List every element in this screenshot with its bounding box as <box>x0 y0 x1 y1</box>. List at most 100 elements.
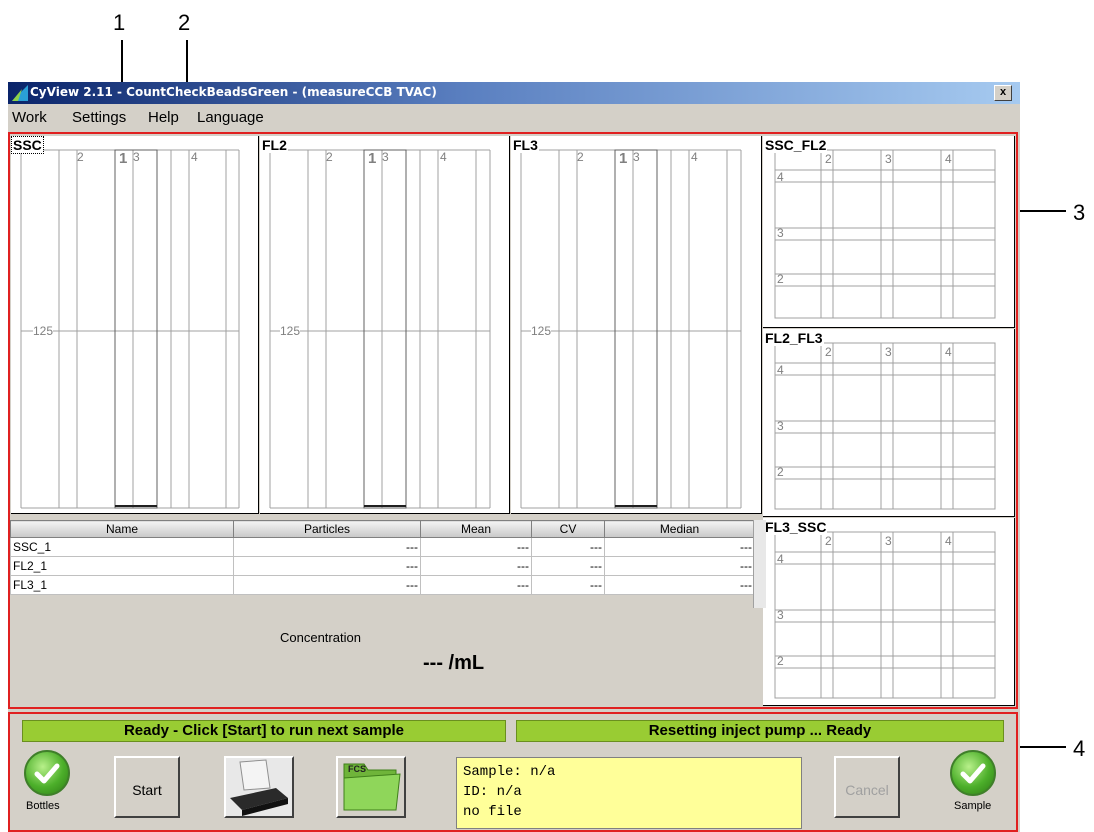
concentration-value: --- /mL <box>423 652 485 674</box>
sample-info-sample: Sample: n/a <box>463 764 556 780</box>
table-header-row: Name Particles Mean CV Median <box>10 520 755 538</box>
cell-mean: --- <box>420 537 532 557</box>
scatter-fl3-ssc-xtick-2: 2 <box>825 534 832 548</box>
histogram-fl2-label: FL2 <box>261 137 288 153</box>
histogram-fl3-tick-4: 4 <box>691 150 698 164</box>
callout-1: 1 <box>113 10 126 35</box>
histogram-fl2-ytick: 125 <box>280 324 301 338</box>
scatter-fl2-fl3-xtick-2: 2 <box>825 345 832 359</box>
scatter-ssc-fl2-ytick-4: 4 <box>777 170 784 184</box>
scatter-fl3-ssc-label: FL3_SSC <box>764 519 828 535</box>
column-header-particles[interactable]: Particles <box>233 520 421 538</box>
histogram-fl3-label: FL3 <box>512 137 539 153</box>
callout-3: 3 <box>1073 200 1086 225</box>
histogram-fl2-tick-3: 3 <box>382 150 389 164</box>
scatter-fl2-fl3-ytick-4: 4 <box>777 363 784 377</box>
cell-particles: --- <box>233 556 421 576</box>
histogram-fl3-marker: 1 <box>619 150 628 167</box>
scanner-button[interactable] <box>224 756 294 818</box>
fcs-badge: FCS <box>348 764 366 774</box>
title-bar[interactable]: CyView 2.11 - CountCheckBeadsGreen - (me… <box>8 82 1020 104</box>
histogram-fl2-marker: 1 <box>368 150 377 167</box>
scatter-fl2-fl3-ytick-3: 3 <box>777 419 784 433</box>
fcs-folder-button[interactable]: FCS <box>336 756 406 818</box>
histogram-ssc-tick-4: 4 <box>191 150 198 164</box>
sample-info-id: ID: n/a <box>463 784 522 800</box>
scatter-fl3-ssc-xtick-3: 3 <box>885 534 892 548</box>
statistics-table[interactable]: Name Particles Mean CV Median SSC_1 --- … <box>10 520 755 595</box>
column-header-cv[interactable]: CV <box>531 520 605 538</box>
scatter-fl2-fl3-xtick-3: 3 <box>885 345 892 359</box>
menu-bar: Work Settings Help Language <box>8 104 1020 130</box>
menu-language[interactable]: Language <box>197 109 264 126</box>
menu-settings[interactable]: Settings <box>72 109 126 126</box>
scatter-fl2-fl3-label: FL2_FL3 <box>764 330 824 346</box>
status-left: Ready - Click [Start] to run next sample <box>22 720 506 742</box>
table-row[interactable]: SSC_1 --- --- --- --- <box>10 537 755 557</box>
fcs-folder-icon: FCS <box>343 763 401 811</box>
scatter-fl2-fl3[interactable]: FL2_FL3 2 3 4 4 3 2 <box>763 329 1015 517</box>
cell-name: FL2_1 <box>10 556 234 576</box>
scatter-ssc-fl2-xtick-3: 3 <box>885 152 892 166</box>
cell-median: --- <box>604 575 755 595</box>
callout-2: 2 <box>178 10 191 35</box>
cell-cv: --- <box>531 556 605 576</box>
histogram-fl2-tick-2: 2 <box>326 150 333 164</box>
column-header-name[interactable]: Name <box>10 520 234 538</box>
scatter-ssc-fl2-xtick-2: 2 <box>825 152 832 166</box>
scatter-fl2-fl3-xtick-4: 4 <box>945 345 952 359</box>
cell-particles: --- <box>233 537 421 557</box>
histogram-ssc-marker: 1 <box>119 150 128 167</box>
menu-help[interactable]: Help <box>148 109 179 126</box>
histogram-ssc-ytick: 125 <box>33 324 54 338</box>
cell-mean: --- <box>420 556 532 576</box>
scatter-ssc-fl2-xtick-4: 4 <box>945 152 952 166</box>
histogram-fl2[interactable]: FL2 2 1 3 4 125 <box>260 136 510 514</box>
concentration-label: Concentration <box>280 630 361 645</box>
sample-info-file: no file <box>463 804 522 820</box>
callout-4: 4 <box>1073 736 1086 761</box>
cell-mean: --- <box>420 575 532 595</box>
scatter-ssc-fl2-label: SSC_FL2 <box>764 137 828 153</box>
table-row[interactable]: FL3_1 --- --- --- --- <box>10 575 755 595</box>
cell-median: --- <box>604 556 755 576</box>
histogram-fl3-tick-2: 2 <box>577 150 584 164</box>
scatter-fl3-ssc-ytick-3: 3 <box>777 608 784 622</box>
start-button-label: Start <box>132 782 162 798</box>
cell-cv: --- <box>531 575 605 595</box>
app-logo-icon <box>12 85 28 101</box>
scatter-fl3-ssc-xtick-4: 4 <box>945 534 952 548</box>
table-row[interactable]: FL2_1 --- --- --- --- <box>10 556 755 576</box>
sample-info-box: Sample: n/a ID: n/a no file <box>456 757 802 829</box>
column-header-median[interactable]: Median <box>604 520 755 538</box>
histogram-fl2-tick-4: 4 <box>440 150 447 164</box>
cell-cv: --- <box>531 537 605 557</box>
sample-check-icon[interactable] <box>950 750 996 796</box>
histogram-ssc-tick-3: 3 <box>133 150 140 164</box>
menu-work[interactable]: Work <box>12 109 47 126</box>
scatter-fl3-ssc-ytick-4: 4 <box>777 552 784 566</box>
histogram-ssc-tick-2: 2 <box>77 150 84 164</box>
histogram-ssc-label: SSC <box>11 136 44 154</box>
status-right: Resetting inject pump ... Ready <box>516 720 1004 742</box>
scatter-ssc-fl2-ytick-3: 3 <box>777 226 784 240</box>
table-scrollbar[interactable] <box>753 520 766 608</box>
scanner-icon <box>230 759 288 816</box>
cell-particles: --- <box>233 575 421 595</box>
bottles-label: Bottles <box>26 800 60 812</box>
column-header-mean[interactable]: Mean <box>420 520 532 538</box>
scatter-ssc-fl2[interactable]: SSC_FL2 2 3 4 4 3 2 <box>763 136 1015 328</box>
window-title: CyView 2.11 - CountCheckBeadsGreen - (me… <box>30 85 437 99</box>
scatter-fl3-ssc-ytick-2: 2 <box>777 654 784 668</box>
histogram-fl3-ytick: 125 <box>531 324 552 338</box>
start-button[interactable]: Start <box>114 756 180 818</box>
cancel-button[interactable]: Cancel <box>834 756 900 818</box>
app-window: CyView 2.11 - CountCheckBeadsGreen - (me… <box>8 82 1020 832</box>
bottles-check-icon[interactable] <box>24 750 70 796</box>
close-icon[interactable]: x <box>994 85 1012 101</box>
histogram-ssc[interactable]: SSC 2 1 3 4 125 <box>11 136 259 514</box>
cell-median: --- <box>604 537 755 557</box>
histogram-fl3[interactable]: FL3 2 1 3 4 125 <box>511 136 762 514</box>
scatter-fl3-ssc[interactable]: FL3_SSC 2 3 4 4 3 2 <box>763 518 1015 706</box>
cancel-button-label: Cancel <box>845 782 889 798</box>
